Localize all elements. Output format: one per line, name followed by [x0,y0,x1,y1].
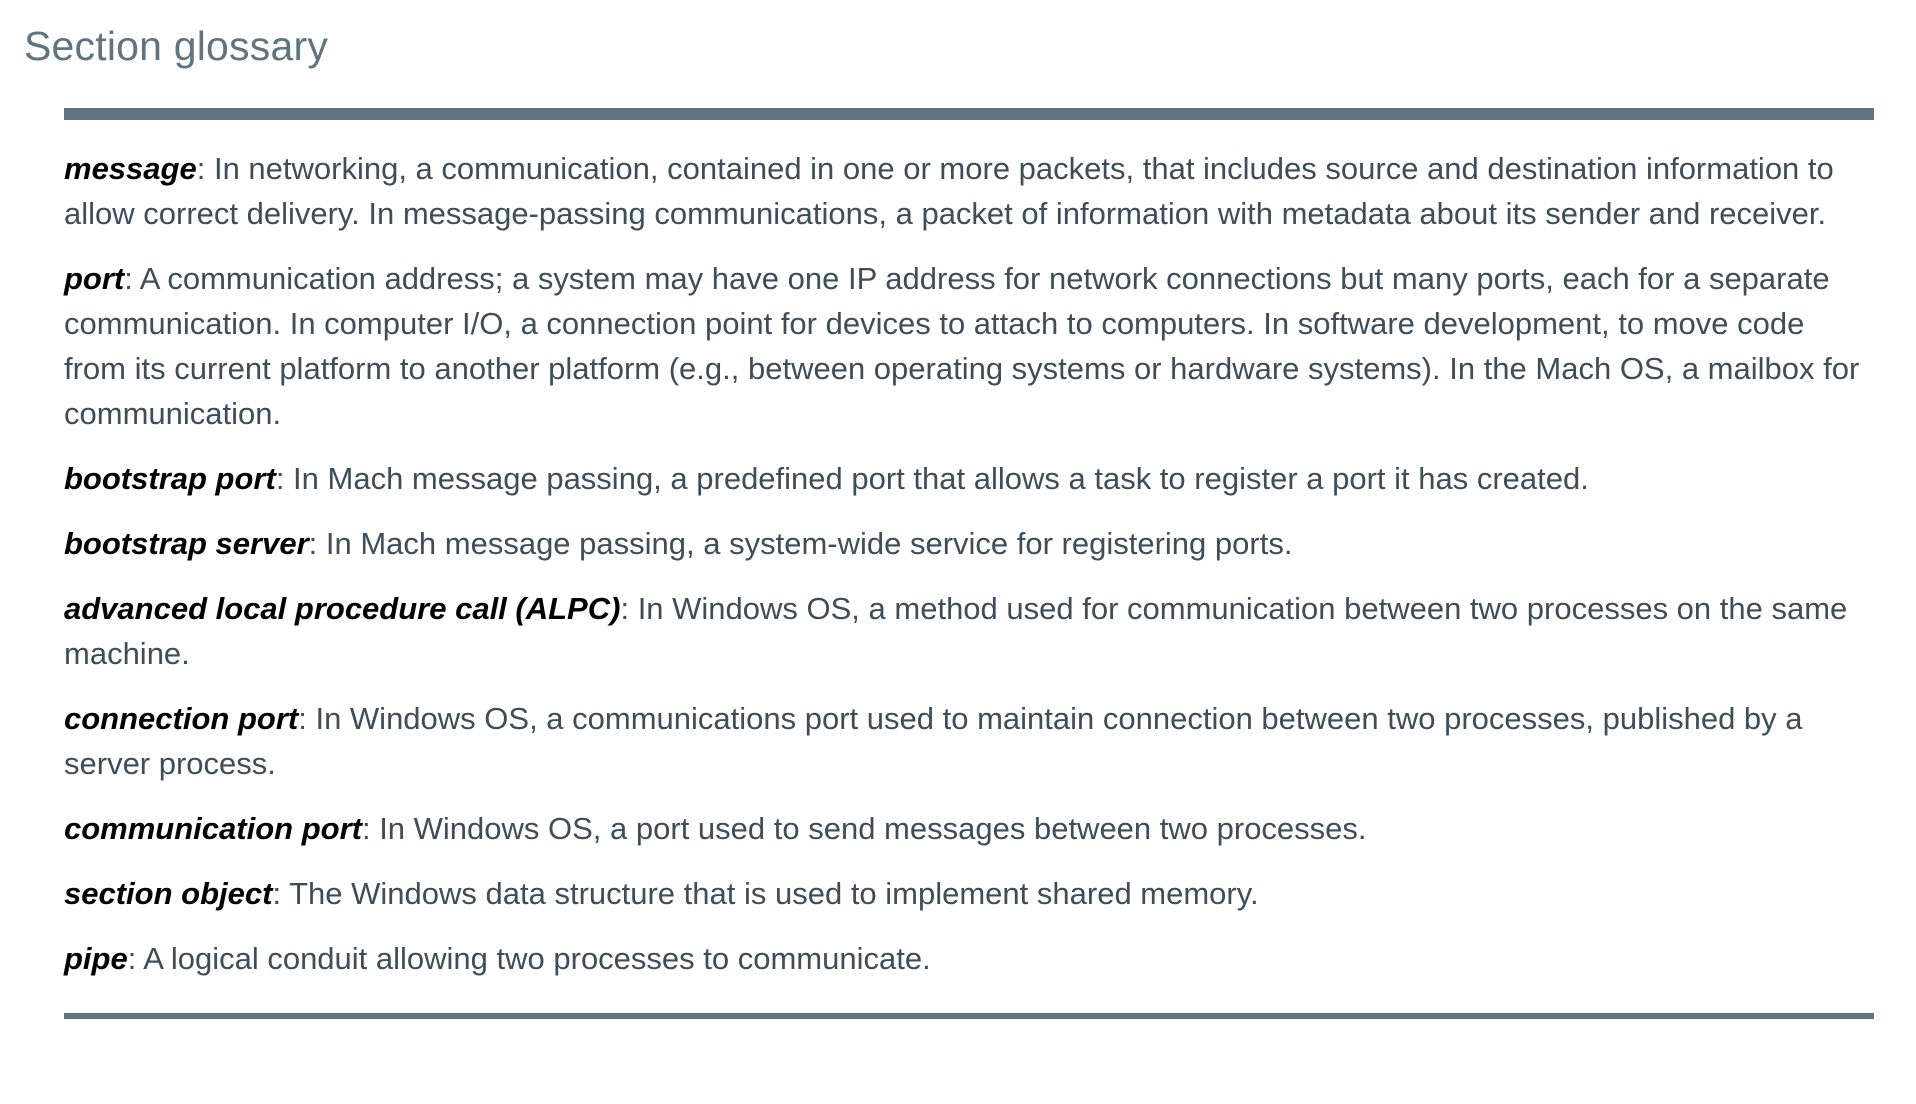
glossary-term: advanced local procedure call (ALPC) [64,591,621,626]
glossary-definition: In networking, a communication, containe… [64,151,1834,231]
glossary-term: message [64,151,197,186]
glossary-entry: pipe: A logical conduit allowing two pro… [64,936,1874,981]
glossary-term: section object [64,876,273,911]
glossary-term: port [64,261,125,296]
term-separator: : [298,701,316,736]
glossary-box: message: In networking, a communication,… [64,108,1874,1019]
term-separator: : [124,261,140,296]
glossary-entry: section object: The Windows data structu… [64,871,1874,916]
glossary-entry: bootstrap server: In Mach message passin… [64,521,1874,566]
term-separator: : [361,811,380,846]
glossary-term: bootstrap server [64,526,309,561]
glossary-entry: bootstrap port: In Mach message passing,… [64,456,1874,501]
term-separator: : [275,461,294,496]
glossary-definition: In Windows OS, a port used to send messa… [379,811,1367,846]
term-separator: : [620,591,638,626]
term-separator: : [127,941,144,976]
glossary-entry: advanced local procedure call (ALPC): In… [64,586,1874,676]
glossary-entry: communication port: In Windows OS, a por… [64,806,1874,851]
glossary-definition: In Windows OS, a communications port use… [64,701,1803,781]
glossary-definition: In Mach message passing, a predefined po… [293,461,1589,496]
glossary-definition: In Mach message passing, a system-wide s… [325,526,1293,561]
glossary-page: Section glossary message: In networking,… [0,0,1916,1104]
glossary-term: bootstrap port [64,461,276,496]
glossary-entry: port: A communication address; a system … [64,256,1874,436]
glossary-term: connection port [64,701,299,736]
glossary-term: communication port [64,811,362,846]
glossary-definition: A communication address; a system may ha… [64,261,1860,431]
glossary-definition: A logical conduit allowing two processes… [143,941,931,976]
term-separator: : [272,876,290,911]
term-separator: : [308,526,326,561]
term-separator: : [196,151,214,186]
glossary-term: pipe [64,941,128,976]
glossary-entry: connection port: In Windows OS, a commun… [64,696,1874,786]
section-title: Section glossary [24,23,329,69]
glossary-definition: The Windows data structure that is used … [289,876,1259,911]
glossary-entry: message: In networking, a communication,… [64,146,1874,236]
